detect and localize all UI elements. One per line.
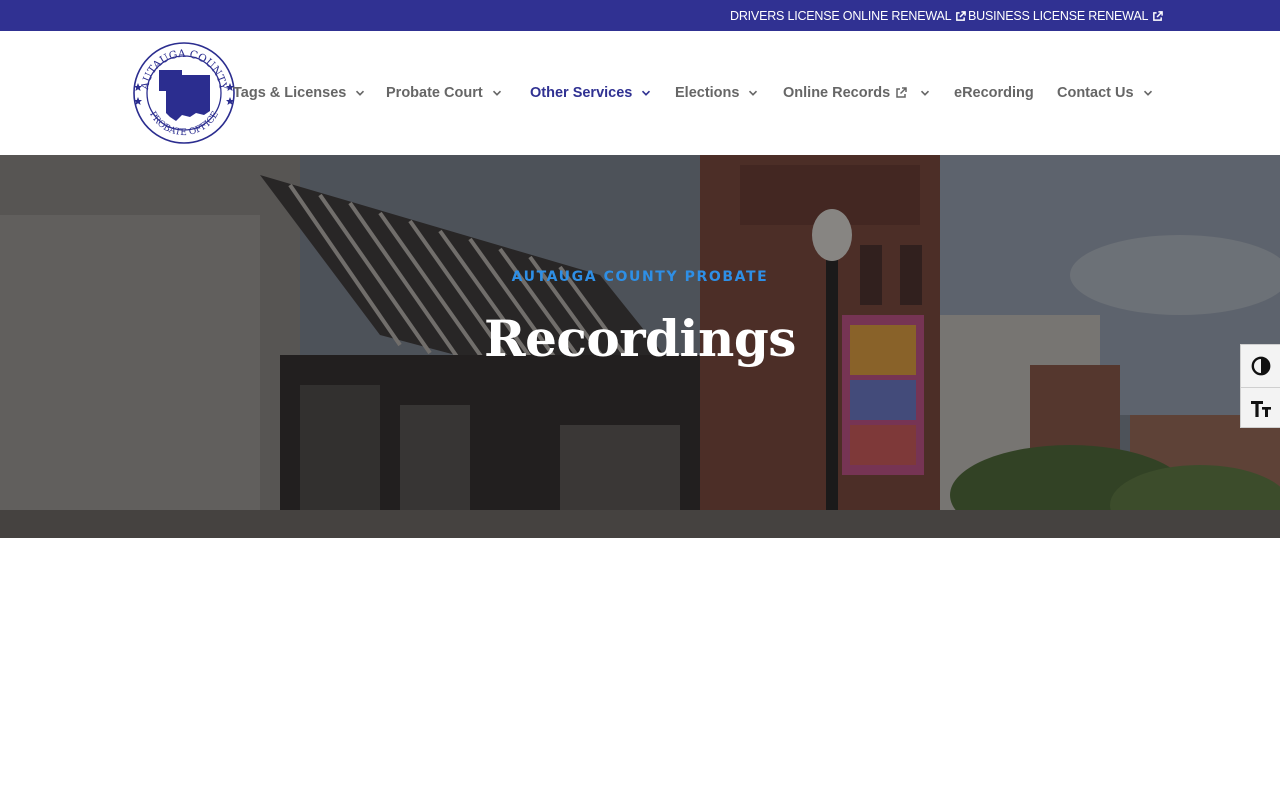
nav-tags-licenses-label: Tags & Licenses <box>233 85 347 101</box>
business-license-renewal-link[interactable]: BUSINESS LICENSE RENEWAL <box>968 8 1164 24</box>
chevron-down-icon <box>492 90 501 96</box>
contrast-toggle-icon <box>1251 356 1271 376</box>
business-license-renewal-label: BUSINESS LICENSE RENEWAL <box>968 9 1149 23</box>
toggle-font-size-button[interactable] <box>1241 387 1280 429</box>
nav-contact-us[interactable]: Contact Us <box>1057 83 1153 103</box>
font-size-toggle-icon <box>1251 400 1271 417</box>
drivers-license-renewal-link[interactable]: DRIVERS LICENSE ONLINE RENEWAL <box>730 8 967 24</box>
nav-erecording[interactable]: eRecording <box>954 83 1034 103</box>
chevron-down-icon <box>921 90 930 96</box>
nav-elections-label: Elections <box>675 85 740 101</box>
nav-erecording-label: eRecording <box>954 85 1034 101</box>
site-header: AUTAUGA COUNTY PROBATE OFFICE Tags & Lic… <box>0 31 1280 155</box>
external-link-icon <box>896 87 907 98</box>
nav-contact-us-label: Contact Us <box>1057 85 1134 101</box>
county-shape <box>159 70 210 121</box>
nav-online-records-label: Online Records <box>783 85 891 101</box>
nav-other-services-label: Other Services <box>530 85 633 101</box>
external-link-icon <box>1153 10 1164 21</box>
nav-other-services[interactable]: Other Services <box>530 83 651 103</box>
chevron-down-icon <box>749 90 758 96</box>
county-seal-logo[interactable]: AUTAUGA COUNTY PROBATE OFFICE <box>132 41 236 145</box>
chevron-down-icon <box>1143 90 1152 96</box>
drivers-license-renewal-label: DRIVERS LICENSE ONLINE RENEWAL <box>730 9 952 23</box>
nav-online-records[interactable]: Online Records <box>783 83 930 103</box>
hero-eyebrow: AUTAUGA COUNTY PROBATE <box>511 269 769 285</box>
nav-probate-court-label: Probate Court <box>386 85 483 101</box>
external-link-icon <box>956 10 967 21</box>
nav-probate-court[interactable]: Probate Court <box>386 83 502 103</box>
chevron-down-icon <box>356 90 365 96</box>
nav-elections[interactable]: Elections <box>675 83 758 103</box>
toggle-high-contrast-button[interactable] <box>1241 345 1280 387</box>
top-bar: DRIVERS LICENSE ONLINE RENEWAL BUSINESS … <box>0 0 1280 31</box>
page-title: Recordings <box>484 309 796 368</box>
hero-banner: AUTAUGA COUNTY PROBATE Recordings <box>0 155 1280 538</box>
accessibility-toolbar <box>1240 344 1280 428</box>
nav-tags-licenses[interactable]: Tags & Licenses <box>233 83 365 103</box>
chevron-down-icon <box>642 90 651 96</box>
